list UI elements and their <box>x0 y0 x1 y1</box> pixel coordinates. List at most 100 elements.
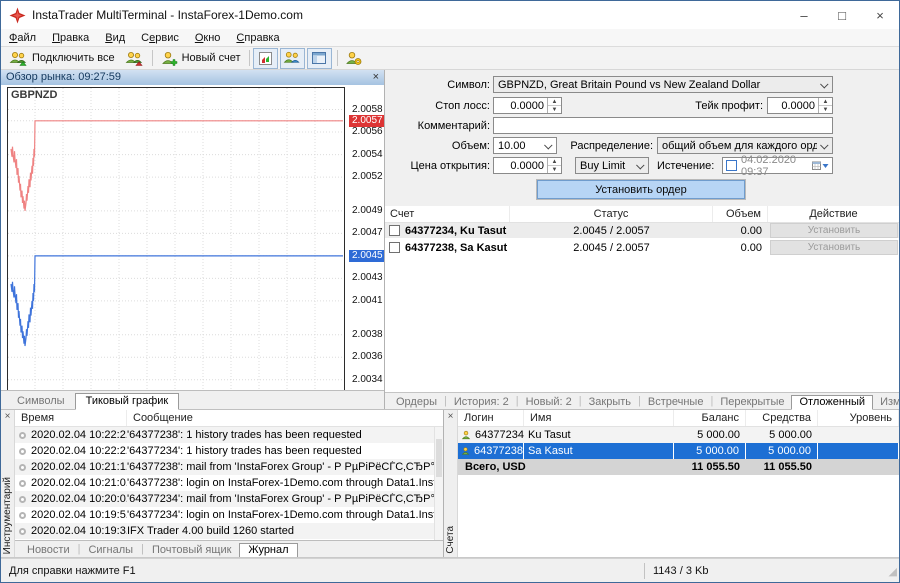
menu-item-file[interactable]: Файл <box>1 31 44 45</box>
journal-row[interactable]: 2020.02.04 10:21:1...'64377238': mail fr… <box>15 459 443 475</box>
connect-all-button[interactable]: Подключить все <box>4 48 120 69</box>
axis-tick-label: 2.0041 <box>352 295 383 306</box>
take-profit-spinner[interactable]: ▲▼ <box>818 98 832 113</box>
tab-pending[interactable]: Отложенный <box>791 395 873 410</box>
spin-up-icon[interactable]: ▲ <box>548 158 561 166</box>
maximize-button[interactable]: □ <box>823 1 861 29</box>
journal-row[interactable]: 2020.02.04 10:19:5...'64377234': login o… <box>15 507 443 523</box>
menu-item-service[interactable]: Сервис <box>133 31 187 45</box>
account-label: 64377234, Ku Tasut <box>405 225 506 237</box>
distribution-select[interactable]: общий объем для каждого ордера <box>657 137 833 154</box>
price-badge-bid: 2.0045 <box>349 250 384 262</box>
account-checkbox[interactable] <box>389 225 400 236</box>
tick-chart: GBPNZD 2.00582.00572.00562.00542.00522.0… <box>1 85 384 390</box>
close-button[interactable]: × <box>861 1 899 29</box>
symbol-label: Символ: <box>385 79 490 91</box>
journal-message: IFX Trader 4.00 build 1260 started <box>127 525 443 537</box>
tab-overlapped[interactable]: Перекрытые <box>713 396 791 409</box>
journal-row[interactable]: 2020.02.04 10:20:0...'64377234': mail fr… <box>15 491 443 507</box>
journal-time: 2020.02.04 10:20:0... <box>31 493 127 505</box>
minimize-button[interactable]: – <box>785 1 823 29</box>
open-price-label: Цена открытия: <box>385 160 490 172</box>
spin-down-icon[interactable]: ▼ <box>819 106 832 113</box>
journal-content: ВремяСообщение 2020.02.04 10:22:2...'643… <box>15 410 443 557</box>
volume-select[interactable]: 10.00 <box>493 137 557 154</box>
tab-symbols[interactable]: Символы <box>7 394 75 409</box>
tab-new[interactable]: Новый: 2 <box>519 396 579 409</box>
tab-tick-chart[interactable]: Тиковый график <box>75 393 180 410</box>
accounts-close-icon[interactable]: × <box>448 410 454 423</box>
account-row[interactable]: 64377238Sa Kasut5 000.005 000.00 <box>458 443 899 459</box>
stop-loss-input[interactable]: 0.0000 ▲▼ <box>493 97 562 114</box>
expiration-input[interactable]: 04.02.2020 09:37 <box>722 157 833 174</box>
tab-history[interactable]: История: 2 <box>447 396 516 409</box>
order-volume-cell: 0.00 <box>713 242 768 254</box>
order-type-select[interactable]: Buy Limit <box>575 157 649 174</box>
journal-row[interactable]: 2020.02.04 10:22:2...'64377234': 1 histo… <box>15 443 443 459</box>
accounts-total-row: Всего, USD11 055.5011 055.50 <box>458 459 899 475</box>
accounts-table: ЛогинИмяБалансСредстваУровень64377234Ku … <box>458 410 899 557</box>
set-order-button[interactable]: Установить <box>770 223 898 238</box>
journal-scrollbar[interactable] <box>434 427 443 540</box>
resize-grip[interactable]: ◢ <box>883 562 899 580</box>
open-price-spinner[interactable]: ▲▼ <box>547 158 561 173</box>
account-row[interactable]: 64377234Ku Tasut5 000.005 000.00 <box>458 427 899 443</box>
orders-table-row[interactable]: 64377234, Ku Tasut2.0045 / 2.00570.00Уст… <box>385 223 900 240</box>
journal-row[interactable]: 2020.02.04 10:19:3...IFX Trader 4.00 bui… <box>15 523 443 539</box>
menu-item-window[interactable]: Окно <box>187 31 229 45</box>
symbol-select[interactable]: GBPNZD, Great Britain Pound vs New Zeala… <box>493 76 833 93</box>
journal-row[interactable]: 2020.02.04 10:22:2...'64377238': 1 histo… <box>15 427 443 443</box>
menu-item-help[interactable]: Справка <box>228 31 287 45</box>
menu-item-view[interactable]: Вид <box>97 31 133 45</box>
account-settings-icon <box>345 51 362 66</box>
log-entry-icon <box>19 528 26 535</box>
toolbox-panel: × Инструментарий ВремяСообщение 2020.02.… <box>1 410 444 557</box>
tab-news[interactable]: Новости <box>19 544 78 557</box>
spin-up-icon[interactable]: ▲ <box>819 98 832 106</box>
menu-item-edit[interactable]: Правка <box>44 31 97 45</box>
account-settings-button[interactable] <box>341 48 366 69</box>
axis-tick-label: 2.0049 <box>352 205 383 216</box>
calendar-icon[interactable] <box>812 161 829 170</box>
order-type-value: Buy Limit <box>576 160 633 172</box>
tab-close[interactable]: Закрыть <box>582 396 638 409</box>
account-equity-cell: 5 000.00 <box>746 443 818 459</box>
tab-mailbox[interactable]: Почтовый ящик <box>144 544 239 557</box>
comment-input[interactable] <box>493 117 833 134</box>
place-order-button[interactable]: Установить ордер <box>537 180 745 199</box>
spin-up-icon[interactable]: ▲ <box>548 98 561 106</box>
toolbox-close-icon[interactable]: × <box>5 410 11 423</box>
tab-modify[interactable]: Изменить <box>873 396 900 409</box>
accounts-column-header: Баланс <box>674 410 746 426</box>
toolbox-toggle-button[interactable] <box>307 48 332 69</box>
journal-message: '64377238': 1 history trades has been re… <box>127 429 443 441</box>
market-watch-close-icon[interactable]: × <box>373 70 379 85</box>
account-checkbox[interactable] <box>389 242 400 253</box>
market-watch-toggle-button[interactable] <box>253 48 278 69</box>
accounts-panel: × Счета ЛогинИмяБалансСредстваУровень643… <box>444 410 899 557</box>
new-account-button[interactable]: Новый счет <box>156 48 246 69</box>
total-equity-cell: 11 055.50 <box>746 461 818 473</box>
tab-journal[interactable]: Журнал <box>239 543 297 557</box>
tab-counter[interactable]: Встречные <box>641 396 711 409</box>
expiration-checkbox[interactable] <box>726 160 737 171</box>
scrollbar-thumb[interactable] <box>436 439 442 477</box>
stop-loss-spinner[interactable]: ▲▼ <box>547 98 561 113</box>
instatrader-logo-icon <box>9 7 26 24</box>
set-order-button[interactable]: Установить <box>770 240 898 255</box>
spin-down-icon[interactable]: ▼ <box>548 166 561 173</box>
connect-all-icon <box>9 51 28 66</box>
tab-orders[interactable]: Ордеры <box>389 396 444 409</box>
open-price-input[interactable]: 0.0000 ▲▼ <box>493 157 562 174</box>
tab-signals[interactable]: Сигналы <box>80 544 141 557</box>
market-watch-icon <box>259 52 272 65</box>
disconnect-all-button[interactable] <box>120 48 149 69</box>
take-profit-input[interactable]: 0.0000 ▲▼ <box>767 97 833 114</box>
accounts-toggle-button[interactable] <box>280 48 305 69</box>
journal-row[interactable]: 2020.02.04 10:21:0...'64377238': login o… <box>15 475 443 491</box>
spin-down-icon[interactable]: ▼ <box>548 106 561 113</box>
orders-table-row[interactable]: 64377238, Sa Kasut2.0045 / 2.00570.00Уст… <box>385 240 900 257</box>
accounts-side-strip: × Счета <box>444 410 458 557</box>
distribution-label: Распределение: <box>553 140 653 152</box>
title-bar: InstaTrader MultiTerminal - InstaForex-1… <box>1 1 899 29</box>
